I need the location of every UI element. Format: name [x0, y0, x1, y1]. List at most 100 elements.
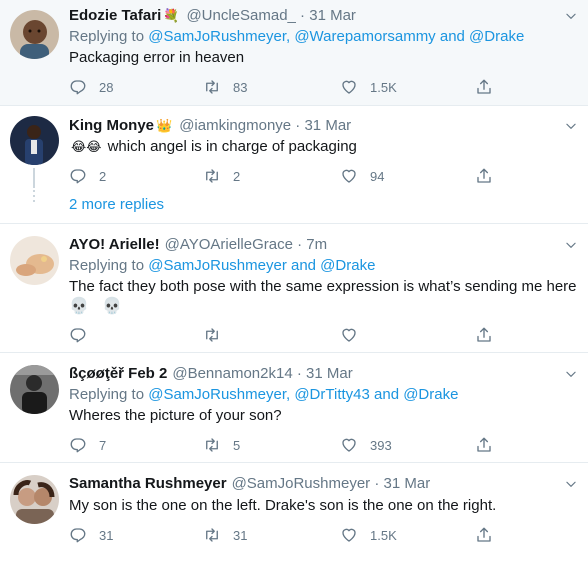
tweet-text: Wheres the picture of your son?: [69, 407, 282, 424]
avatar[interactable]: [10, 236, 59, 285]
avatar[interactable]: [10, 10, 59, 59]
reply-feed: Edozie Tafari 💐 @UncleSamad_ · 31 Mar Repl…: [0, 0, 588, 561]
thread-dots: [33, 190, 35, 205]
timestamp[interactable]: 7m: [306, 236, 327, 253]
share-button[interactable]: [475, 325, 493, 345]
chevron-down-icon[interactable]: [564, 119, 578, 133]
reply-count: 31: [99, 527, 114, 543]
more-replies-link[interactable]: 2 more replies: [69, 196, 164, 213]
display-name[interactable]: Edozie Tafari: [69, 7, 161, 24]
tweet-king-monye[interactable]: King Monye 👑 @iamkingmonye · 31 Mar 😂😂 whi…: [0, 106, 588, 188]
tweet-ayo-arielle[interactable]: AYO! Arielle! @AYOArielleGrace · 7m Reply…: [0, 224, 588, 353]
tweet-samantha[interactable]: Samantha Rushmeyer @SamJoRushmeyer · 31 M…: [0, 463, 588, 561]
avatar[interactable]: [10, 365, 59, 414]
like-icon: [340, 436, 358, 454]
more-replies-row[interactable]: 2 more replies: [0, 188, 588, 224]
like-icon: [340, 167, 358, 185]
replying-to: Replying to @SamJoRushmeyer, @DrTitty43 …: [69, 386, 459, 403]
timestamp[interactable]: 31 Mar: [306, 365, 353, 382]
user-handle[interactable]: @UncleSamad_: [186, 7, 295, 24]
thread-line: [33, 168, 35, 188]
chevron-down-icon[interactable]: [564, 238, 578, 252]
tweet-text: Packaging error in heaven: [69, 49, 245, 66]
display-name[interactable]: AYO! Arielle!: [69, 236, 160, 253]
timestamp[interactable]: 31 Mar: [384, 475, 431, 492]
like-button[interactable]: 393: [340, 435, 392, 455]
tweet-header: ßçøøţěř Feb 2 @Bennamon2k14 · 31 Mar: [69, 365, 353, 382]
tweet-text: My son is the one on the left. Drake's s…: [69, 497, 497, 514]
retweet-icon: [203, 167, 221, 185]
share-icon: [475, 436, 493, 454]
like-button[interactable]: 94: [340, 166, 384, 186]
reply-button[interactable]: 2: [69, 166, 106, 186]
tweet-header: Samantha Rushmeyer @SamJoRushmeyer · 31 M…: [69, 475, 431, 492]
user-handle[interactable]: @Bennamon2k14: [172, 365, 292, 382]
tweet-header: AYO! Arielle! @AYOArielleGrace · 7m: [69, 236, 328, 253]
reply-count: 28: [99, 79, 114, 95]
like-icon: [340, 526, 358, 544]
retweet-icon: [203, 436, 221, 454]
reply-button[interactable]: 28: [69, 77, 113, 97]
reply-icon: [69, 326, 87, 344]
share-icon: [475, 526, 493, 544]
chevron-down-icon[interactable]: [564, 9, 578, 23]
reply-button[interactable]: [69, 325, 99, 345]
retweet-button[interactable]: 2: [203, 166, 240, 186]
avatar[interactable]: [10, 475, 59, 524]
retweet-icon: [203, 526, 221, 544]
tweet-actions: 7 5 393: [69, 435, 509, 455]
reply-count: 2: [99, 168, 107, 184]
display-name[interactable]: King Monye: [69, 117, 154, 134]
replying-to: Replying to @SamJoRushmeyer and @Drake: [69, 257, 376, 274]
retweet-count: 2: [233, 168, 241, 184]
tweet-actions: 31 31 1.5K: [69, 525, 509, 545]
tweet-edozie[interactable]: Edozie Tafari 💐 @UncleSamad_ · 31 Mar Repl…: [0, 0, 588, 106]
mentions-link[interactable]: @SamJoRushmeyer, @Warepamorsammy and @Dr…: [148, 28, 524, 45]
share-button[interactable]: [475, 435, 493, 455]
tweet-actions: 28 83 1.5K: [69, 77, 509, 97]
timestamp[interactable]: 31 Mar: [309, 7, 356, 24]
like-button[interactable]: 1.5K: [340, 77, 397, 97]
retweet-icon: [203, 326, 221, 344]
reply-button[interactable]: 31: [69, 525, 113, 545]
share-icon: [475, 167, 493, 185]
tweet-text: 😂😂 which angel is in charge of packaging: [71, 138, 357, 155]
retweet-button[interactable]: 31: [203, 525, 247, 545]
share-icon: [475, 78, 493, 96]
share-button[interactable]: [475, 77, 493, 97]
retweet-count: 31: [233, 527, 248, 543]
retweet-icon: [203, 78, 221, 96]
reply-icon: [69, 167, 87, 185]
avatar[interactable]: [10, 116, 59, 165]
tweet-bennamon[interactable]: ßçøøţěř Feb 2 @Bennamon2k14 · 31 Mar Repl…: [0, 353, 588, 463]
like-count: 94: [370, 168, 385, 184]
like-count: 1.5K: [370, 527, 397, 543]
display-name[interactable]: Samantha Rushmeyer: [69, 475, 227, 492]
chevron-down-icon[interactable]: [564, 367, 578, 381]
reply-icon: [69, 436, 87, 454]
mentions-link[interactable]: @SamJoRushmeyer, @DrTitty43 and @Drake: [148, 386, 458, 403]
retweet-count: 5: [233, 437, 241, 453]
like-icon: [340, 78, 358, 96]
skull-emoji: 💀 💀: [69, 296, 126, 315]
timestamp[interactable]: 31 Mar: [304, 117, 351, 134]
retweet-button[interactable]: [203, 325, 233, 345]
chevron-down-icon[interactable]: [564, 477, 578, 491]
display-name[interactable]: ßçøøţěř Feb 2: [69, 365, 167, 382]
user-handle[interactable]: @SamJoRushmeyer: [232, 475, 371, 492]
reply-button[interactable]: 7: [69, 435, 106, 455]
share-button[interactable]: [475, 166, 493, 186]
crown-emoji: 👑: [156, 119, 173, 134]
tweet-text: The fact they both pose with the same ex…: [69, 278, 577, 295]
mentions-link[interactable]: @SamJoRushmeyer and @Drake: [148, 257, 375, 274]
user-handle[interactable]: @iamkingmonye: [179, 117, 291, 134]
like-button[interactable]: [340, 325, 370, 345]
retweet-button[interactable]: 5: [203, 435, 240, 455]
retweet-button[interactable]: 83: [203, 77, 247, 97]
reply-count: 7: [99, 437, 107, 453]
like-count: 393: [370, 437, 392, 453]
like-button[interactable]: 1.5K: [340, 525, 397, 545]
user-handle[interactable]: @AYOArielleGrace: [165, 236, 293, 253]
share-button[interactable]: [475, 525, 493, 545]
like-icon: [340, 326, 358, 344]
